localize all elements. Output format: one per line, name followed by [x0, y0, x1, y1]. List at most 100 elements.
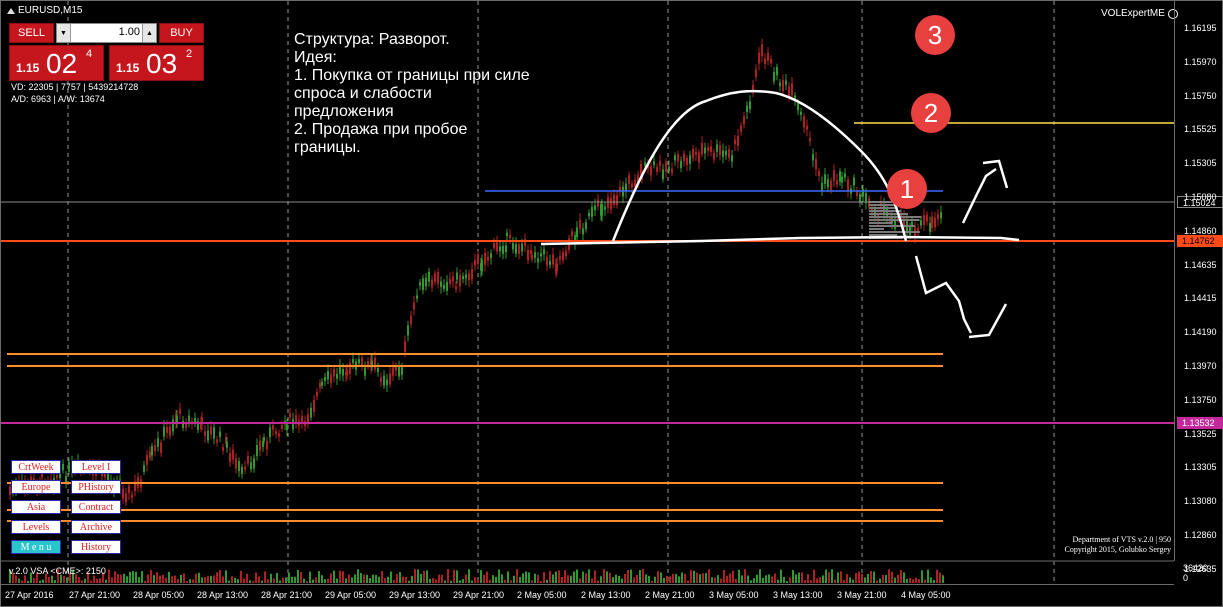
candle-body — [758, 52, 760, 64]
candle-body — [477, 254, 479, 265]
buy-price-button[interactable]: 1.15 03 2 — [109, 45, 204, 81]
volume-bar — [732, 570, 734, 583]
volume-bar — [708, 569, 710, 583]
volume-bar — [489, 579, 491, 583]
copyright-notice: Department of VTS v.2.0 | 950 Copyright … — [1031, 535, 1171, 555]
candle-body — [710, 146, 712, 152]
volume-bar — [570, 575, 572, 583]
volume-bar — [843, 580, 845, 583]
volume-bar — [123, 573, 125, 583]
asia-button[interactable]: Asia — [11, 500, 61, 514]
candle-body — [616, 195, 618, 205]
candle-body — [677, 154, 679, 162]
candle-body — [934, 217, 936, 228]
price-tick: 1.14415 — [1184, 293, 1217, 304]
candle-body — [316, 392, 318, 397]
europe-button[interactable]: Europe — [11, 480, 61, 494]
lot-increase-icon[interactable]: ▲ — [142, 24, 156, 42]
volume-bar — [942, 575, 944, 583]
volume-bar — [420, 573, 422, 583]
volume-bar — [642, 569, 644, 583]
volume-bar — [318, 571, 320, 583]
time-axis[interactable]: 27 Apr 2016 27 Apr 21:00 28 Apr 05:00 28 Ap… — [1, 584, 1174, 607]
candle-body — [310, 407, 312, 418]
candle-body — [701, 142, 703, 155]
candle-body — [281, 424, 283, 429]
volume-bar — [324, 579, 326, 583]
volume-bar — [648, 575, 650, 583]
volume-bar — [396, 574, 398, 583]
volume-bar — [591, 578, 593, 583]
lot-size-value[interactable]: 1.00 — [73, 26, 140, 38]
sell-price-button[interactable]: 1.15 02 4 — [9, 45, 104, 81]
volume-bar — [360, 573, 362, 583]
volume-bar — [351, 577, 353, 583]
candle-body — [543, 249, 545, 255]
candle-body — [782, 79, 784, 92]
volume-bar — [339, 570, 341, 583]
candle-body — [512, 243, 514, 250]
candle-body — [330, 374, 332, 384]
volume-bar — [816, 578, 818, 583]
price-chart[interactable] — [1, 1, 1174, 584]
volume-bar — [714, 577, 716, 583]
price-axis[interactable]: 1.15024 1.14762 1.13532 1.16195 1.15970 1.… — [1174, 1, 1223, 574]
candle-body — [380, 377, 382, 382]
candle-body — [552, 254, 554, 265]
candle-body — [493, 242, 495, 248]
levels-button[interactable]: Levels — [11, 520, 61, 534]
volume-bar — [342, 571, 344, 583]
contract-button[interactable]: Contract — [71, 500, 121, 514]
lot-decrease-icon[interactable]: ▼ — [57, 24, 71, 42]
candle-body — [452, 276, 454, 282]
volume-bar — [819, 577, 821, 583]
profile-bar — [869, 207, 899, 209]
candle-body — [321, 381, 323, 386]
candle-body — [68, 461, 70, 472]
volume-bar — [681, 572, 683, 583]
volume-bar — [285, 577, 287, 583]
archive-button[interactable]: Archive — [71, 520, 121, 534]
volume-bar — [114, 571, 116, 583]
volume-bar — [630, 569, 632, 583]
volume-bar — [306, 580, 308, 583]
menu-button[interactable]: M e n u — [11, 540, 61, 554]
candle-body — [41, 473, 43, 477]
history-button[interactable]: History — [71, 540, 121, 554]
candle-body — [163, 426, 165, 437]
volume-bar — [96, 578, 98, 583]
sell-button[interactable]: SELL — [9, 23, 54, 43]
chart-window[interactable]: EURUSD,M15 SELL ▼ 1.00 ▲ BUY 1.15 02 4 1… — [0, 0, 1223, 607]
volume-bar — [804, 579, 806, 583]
volume-bar — [798, 572, 800, 583]
volume-bar — [189, 579, 191, 583]
candle-body — [410, 315, 412, 325]
volume-bar — [588, 569, 590, 583]
volume-bar — [408, 580, 410, 583]
candle-body — [800, 111, 802, 115]
profile-bar — [869, 219, 920, 221]
expert-advisor-label[interactable]: VOLExpertME — [1101, 8, 1178, 19]
candle-body — [377, 368, 379, 373]
candle-body — [232, 449, 234, 460]
volume-bar — [33, 578, 35, 583]
candle-body — [481, 260, 483, 272]
candle-body — [157, 438, 159, 447]
volume-bar — [654, 576, 656, 583]
volume-bar — [144, 580, 146, 583]
lot-size-field[interactable]: ▼ 1.00 ▲ — [56, 23, 157, 43]
volume-bar — [825, 569, 827, 583]
buy-button[interactable]: BUY — [159, 23, 204, 43]
candle-body — [656, 167, 658, 172]
volume-bar — [540, 580, 542, 583]
phistory-button[interactable]: PHistory — [71, 480, 121, 494]
crtweek-button[interactable]: CrtWeek — [11, 460, 61, 474]
volume-bar — [84, 578, 86, 583]
level-1-button[interactable]: Level I — [71, 460, 121, 474]
candle-body — [468, 273, 470, 281]
price-tick: 1.15970 — [1184, 56, 1217, 67]
candle-body — [229, 452, 231, 462]
volume-bar — [312, 579, 314, 583]
candle-body — [791, 83, 793, 96]
volume-bar — [699, 574, 701, 583]
